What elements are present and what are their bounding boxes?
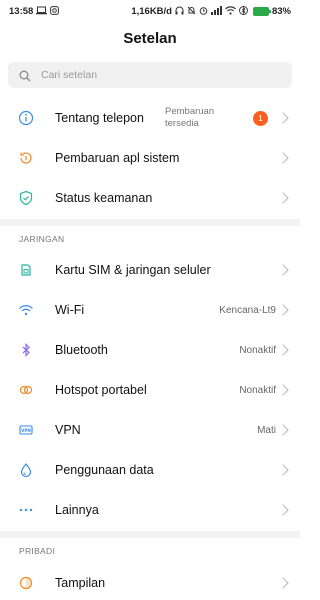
update-count-badge: 1 [253, 110, 268, 126]
update-available-text: Pembaruan tersedia [165, 106, 245, 130]
chevron-right-icon [277, 112, 289, 124]
laptop-notification-icon [36, 6, 48, 17]
security-shield-icon [18, 190, 34, 206]
settings-item-portable-hotspot[interactable]: Hotspot portabel Nonaktif [0, 370, 300, 410]
wifi-network-name: Kencana-Lt9 [219, 304, 276, 316]
settings-item-label: Kartu SIM & jaringan seluler [55, 263, 211, 277]
bluetooth-status: Nonaktif [239, 344, 276, 356]
settings-item-label: Status keamanan [55, 191, 153, 205]
info-icon [18, 110, 34, 126]
chevron-right-icon [277, 577, 289, 589]
chevron-right-icon [277, 424, 289, 436]
svg-text:VPN: VPN [21, 428, 31, 433]
section-header-network: JARINGAN [19, 234, 65, 244]
settings-item-data-usage[interactable]: Penggunaan data [0, 450, 300, 490]
settings-item-label: Penggunaan data [55, 463, 154, 477]
more-dots-icon [18, 502, 34, 518]
settings-item-label: VPN [55, 423, 81, 437]
wifi-icon [18, 302, 34, 318]
hotspot-status: Nonaktif [239, 384, 276, 396]
settings-item-about-phone[interactable]: Tentang telepon Pembaruan tersedia 1 [0, 98, 300, 138]
chevron-right-icon [277, 152, 289, 164]
section-header-personal: PRIBADI [19, 546, 56, 556]
network-speed: 1,16KB/d [131, 5, 172, 17]
chevron-right-icon [277, 504, 289, 516]
settings-item-wifi[interactable]: Wi-Fi Kencana-Lt9 [0, 290, 300, 330]
settings-item-bluetooth[interactable]: Bluetooth Nonaktif [0, 330, 300, 370]
data-usage-icon [18, 462, 34, 478]
headphone-icon [175, 6, 184, 17]
settings-item-display[interactable]: Tampilan [0, 563, 300, 600]
search-icon [19, 69, 31, 82]
bluetooth-icon [18, 342, 34, 358]
settings-item-label: Lainnya [55, 503, 99, 517]
settings-item-vpn[interactable]: VPN VPN Mati [0, 410, 300, 450]
settings-item-label: Wi-Fi [55, 303, 85, 317]
chevron-right-icon [277, 384, 289, 396]
battery-icon [252, 6, 271, 16]
settings-item-label: Bluetooth [55, 343, 108, 357]
settings-item-more[interactable]: Lainnya [0, 490, 300, 530]
system-update-icon [18, 150, 34, 166]
status-bar: 13:58 1,16KB/d 83% [0, 0, 300, 22]
vpn-status: Mati [257, 424, 276, 436]
bluetooth-status-icon [239, 5, 248, 17]
signal-strength-icon [210, 5, 222, 17]
sim-card-icon [18, 262, 34, 278]
status-time: 13:58 [9, 5, 34, 17]
settings-item-label: Pembaruan apl sistem [55, 151, 180, 165]
update-available-line1: Pembaruan [165, 106, 215, 117]
vpn-icon: VPN [18, 422, 34, 438]
section-divider [0, 531, 300, 538]
mute-icon [187, 6, 196, 17]
page-title: Setelan [123, 30, 177, 47]
settings-item-sim-network[interactable]: Kartu SIM & jaringan seluler [0, 250, 300, 290]
search-input[interactable] [41, 69, 271, 81]
wifi-status-icon [225, 5, 236, 17]
alarm-icon [199, 6, 208, 17]
settings-item-security-status[interactable]: Status keamanan [0, 178, 300, 218]
display-icon [18, 575, 34, 591]
settings-item-label: Hotspot portabel [55, 383, 147, 397]
chevron-right-icon [277, 304, 289, 316]
chevron-right-icon [277, 264, 289, 276]
section-divider [0, 219, 300, 226]
battery-percentage: 83% [271, 5, 291, 17]
search-bar[interactable] [8, 62, 292, 88]
settings-item-system-app-updates[interactable]: Pembaruan apl sistem [0, 138, 300, 178]
chevron-right-icon [277, 344, 289, 356]
settings-item-label: Tentang telepon [55, 111, 144, 125]
chevron-right-icon [277, 464, 289, 476]
update-available-line2: tersedia [165, 118, 199, 129]
instagram-notification-icon [50, 5, 60, 17]
hotspot-icon [18, 382, 34, 398]
settings-item-label: Tampilan [55, 576, 106, 590]
chevron-right-icon [277, 192, 289, 204]
